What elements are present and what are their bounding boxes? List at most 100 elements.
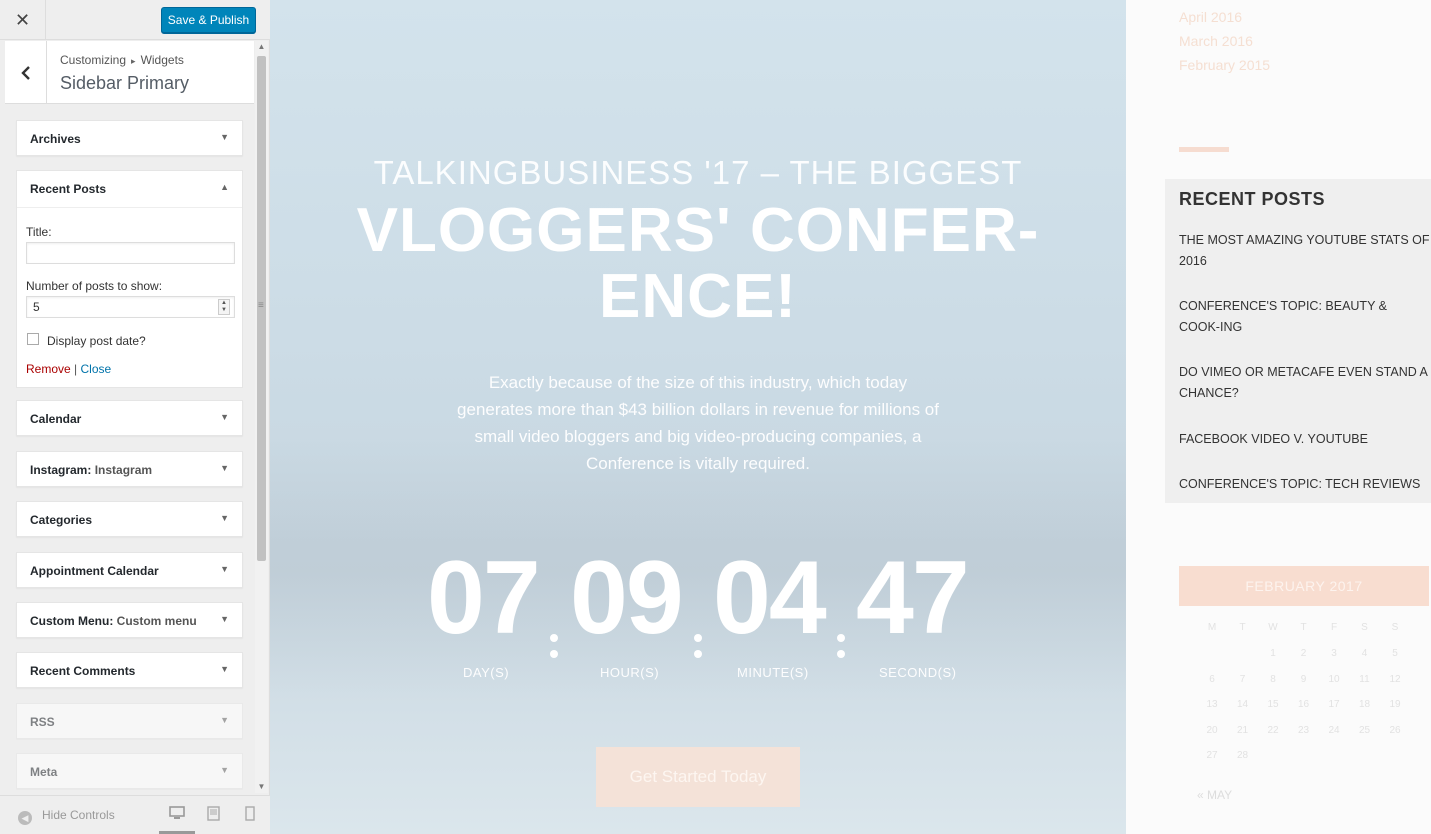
title-field-label: Title: bbox=[26, 225, 52, 239]
tablet-preview-icon[interactable] bbox=[207, 806, 220, 821]
scroll-up-arrow-icon[interactable]: ▲ bbox=[255, 41, 268, 53]
recent-post-link[interactable]: FACEBOOK VIDEO V. YOUTUBE bbox=[1179, 429, 1431, 450]
breadcrumb: Customizing ▸ Widgets bbox=[60, 53, 184, 67]
close-icon: ✕ bbox=[14, 9, 31, 30]
caret-down-icon[interactable]: ▼ bbox=[220, 412, 229, 422]
recent-post-link[interactable]: CONFERENCE'S TOPIC: TECH REVIEWS bbox=[1179, 474, 1431, 495]
widget-title: Custom Menu: Custom menu bbox=[30, 614, 197, 628]
calendar-day: 8 bbox=[1270, 673, 1276, 685]
widget-appointment-calendar[interactable]: Appointment Calendar ▼ bbox=[16, 552, 243, 588]
countdown-seconds: 47 bbox=[856, 540, 970, 656]
caret-down-icon[interactable]: ▼ bbox=[220, 715, 229, 725]
calendar-day: 21 bbox=[1236, 724, 1249, 736]
accent-divider bbox=[1179, 147, 1229, 152]
actions-divider: | bbox=[74, 362, 78, 376]
countdown-days: 07 bbox=[427, 540, 541, 656]
countdown-minutes-label: MINUTE(S) bbox=[737, 665, 809, 680]
hero-title: VLOGGERS' CONFER- ENCE! bbox=[270, 198, 1126, 330]
caret-down-icon[interactable]: ▼ bbox=[220, 564, 229, 574]
calendar-day: 28 bbox=[1236, 750, 1249, 761]
widget-title: Categories bbox=[30, 513, 93, 527]
desktop-preview-icon[interactable] bbox=[169, 806, 185, 820]
posts-count-value: 5 bbox=[33, 300, 40, 314]
stepper-up-icon[interactable]: ▲ bbox=[219, 300, 229, 307]
archive-link[interactable]: March 2016 bbox=[1179, 33, 1253, 49]
remove-link[interactable]: Remove bbox=[26, 362, 71, 376]
site-preview-sidebar: April 2016 March 2016 February 2015 RECE… bbox=[1126, 0, 1431, 834]
widget-calendar[interactable]: Calendar ▼ bbox=[16, 400, 243, 436]
posts-count-stepper[interactable]: 5 ▲ ▼ bbox=[26, 296, 235, 318]
caret-down-icon[interactable]: ▼ bbox=[220, 513, 229, 523]
widget-categories[interactable]: Categories ▼ bbox=[16, 501, 243, 537]
recent-post-link[interactable]: THE MOST AMAZING YOUTUBE STATS OF 2016 bbox=[1179, 230, 1431, 272]
calendar-day: 13 bbox=[1206, 699, 1218, 710]
stepper-down-icon[interactable]: ▼ bbox=[219, 307, 229, 314]
widget-meta[interactable]: Meta ▼ bbox=[16, 753, 243, 789]
calendar-day: 7 bbox=[1239, 673, 1246, 685]
calendar-weekday: F bbox=[1330, 622, 1338, 633]
caret-down-icon[interactable]: ▼ bbox=[220, 463, 229, 473]
close-customizer-button[interactable]: ✕ bbox=[0, 0, 46, 40]
calendar-day: 5 bbox=[1392, 648, 1398, 659]
widget-recent-comments[interactable]: Recent Comments ▼ bbox=[16, 652, 243, 688]
caret-down-icon[interactable]: ▼ bbox=[220, 614, 229, 624]
countdown-colon bbox=[837, 634, 845, 642]
collapse-icon: ◀ bbox=[18, 811, 32, 825]
widget-archives[interactable]: Archives ▼ bbox=[16, 120, 243, 156]
caret-down-icon[interactable]: ▼ bbox=[220, 664, 229, 674]
panel-scrollbar[interactable]: ▲ ▼ bbox=[255, 41, 268, 793]
widget-recent-posts-header[interactable]: Recent Posts ▲ bbox=[17, 171, 242, 208]
countdown-colon bbox=[550, 650, 558, 658]
calendar-prev-link[interactable]: « MAY bbox=[1197, 788, 1232, 802]
scroll-down-arrow-icon[interactable]: ▼ bbox=[255, 781, 268, 793]
calendar-day: 15 bbox=[1267, 699, 1279, 710]
calendar-day: 19 bbox=[1389, 699, 1401, 710]
widget-instagram[interactable]: Instagram: Instagram ▼ bbox=[16, 451, 243, 487]
hero-kicker: TALKINGBUSINESS '17 – THE BIGGEST bbox=[373, 154, 1023, 191]
title-input[interactable] bbox=[26, 242, 235, 264]
section-title: Sidebar Primary bbox=[60, 73, 190, 93]
widget-title: Meta bbox=[30, 765, 58, 779]
posts-count-label: Number of posts to show: bbox=[26, 279, 163, 293]
widget-title: Instagram: Instagram bbox=[30, 463, 153, 477]
caret-down-icon[interactable]: ▼ bbox=[220, 132, 229, 142]
calendar-day: 6 bbox=[1209, 673, 1215, 685]
recent-posts-widget: RECENT POSTS THE MOST AMAZING YOUTUBE ST… bbox=[1165, 179, 1431, 503]
hero-background-shade bbox=[270, 440, 1126, 700]
widget-custom-menu[interactable]: Custom Menu: Custom menu ▼ bbox=[16, 602, 243, 638]
countdown-colon bbox=[694, 650, 702, 658]
caret-down-icon[interactable]: ▼ bbox=[220, 765, 229, 775]
hide-controls-button[interactable]: ◀ Hide Controls bbox=[18, 808, 115, 825]
calendar-weekday: W bbox=[1268, 622, 1278, 633]
save-publish-button[interactable]: Save & Publish bbox=[161, 7, 256, 33]
hero-title-line1: VLOGGERS' CONFER- bbox=[356, 196, 1040, 265]
countdown-colon bbox=[550, 634, 558, 642]
countdown-seconds-label: SECOND(S) bbox=[879, 665, 957, 680]
stepper-arrows[interactable]: ▲ ▼ bbox=[218, 299, 230, 315]
calendar-day: 20 bbox=[1206, 724, 1218, 736]
chevron-left-icon bbox=[20, 65, 30, 80]
close-link[interactable]: Close bbox=[81, 362, 112, 376]
calendar-day: 1 bbox=[1270, 648, 1276, 659]
breadcrumb-separator: ▸ bbox=[131, 56, 136, 66]
display-date-checkbox[interactable] bbox=[27, 333, 39, 345]
caret-up-icon[interactable]: ▲ bbox=[220, 182, 229, 192]
widget-rss[interactable]: RSS ▼ bbox=[16, 703, 243, 739]
mobile-preview-icon[interactable] bbox=[245, 806, 255, 821]
calendar-weekday: S bbox=[1391, 622, 1399, 633]
get-started-button[interactable]: Get Started Today bbox=[596, 747, 800, 807]
recent-post-link[interactable]: CONFERENCE'S TOPIC: BEAUTY & COOK-ING bbox=[1179, 296, 1431, 338]
recent-post-link[interactable]: DO VIMEO OR METACAFE EVEN STAND A CHANCE… bbox=[1179, 362, 1431, 404]
breadcrumb-root: Customizing bbox=[60, 53, 127, 67]
archive-link[interactable]: April 2016 bbox=[1179, 9, 1242, 25]
calendar-day: 9 bbox=[1300, 673, 1307, 685]
widget-actions: Remove | Close bbox=[26, 362, 111, 376]
calendar-weekday: S bbox=[1361, 622, 1368, 633]
calendar-day: 18 bbox=[1358, 699, 1371, 710]
calendar-day: 12 bbox=[1389, 673, 1401, 685]
archive-link[interactable]: February 2015 bbox=[1179, 57, 1270, 73]
back-button[interactable] bbox=[5, 41, 47, 104]
calendar-weekday: T bbox=[1239, 622, 1246, 633]
calendar-day: 26 bbox=[1389, 724, 1401, 736]
resize-grip-icon[interactable]: ≡ bbox=[258, 300, 264, 311]
